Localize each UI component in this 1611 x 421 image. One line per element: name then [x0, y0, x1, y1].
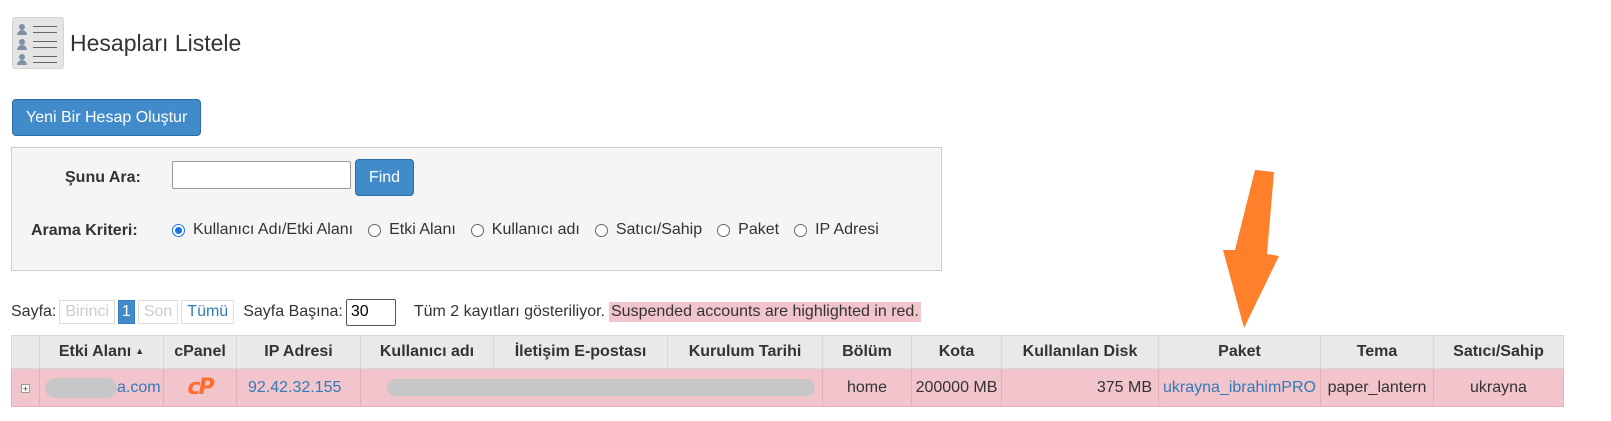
table-header-row: Etki Alanı ▲ cPanel IP Adresi Kullanıcı a… [11, 335, 1564, 369]
last-page-button[interactable]: Son [137, 300, 179, 324]
radio-label: Kullanıcı Adı/Etki Alanı [193, 221, 354, 238]
radio-button[interactable] [717, 223, 731, 237]
radio-button[interactable] [368, 223, 382, 237]
search-criteria-label: Arama Kriteri: [31, 222, 138, 239]
search-panel: Şunu Ara: Find Arama Kriteri: Kullanıcı … [11, 147, 942, 271]
column-header-quota[interactable]: Kota [911, 335, 1002, 369]
radio-option-username-domain[interactable]: Kullanıcı Adı/Etki Alanı [172, 221, 353, 239]
cpanel-icon[interactable]: cP [187, 375, 214, 400]
column-header-username[interactable]: Kullanıcı adı [360, 335, 494, 369]
column-header-theme[interactable]: Tema [1320, 335, 1434, 369]
orange-arrow-annotation-icon [1223, 170, 1279, 328]
page-label: Sayfa: [11, 303, 57, 320]
search-input[interactable] [172, 161, 351, 189]
radio-label: Kullanıcı adı [491, 221, 580, 238]
per-page-input[interactable] [345, 298, 396, 326]
cpanel-cell: cP [163, 368, 237, 407]
column-header-label: Etki Alanı [58, 343, 132, 360]
radio-label: Paket [738, 221, 780, 238]
radio-option-username[interactable]: Kullanıcı adı [470, 221, 580, 239]
column-header-disk-used[interactable]: Kullanılan Disk [1001, 335, 1159, 369]
expand-row-icon[interactable]: + [21, 383, 30, 393]
radio-button[interactable] [794, 223, 808, 237]
radio-option-ip-address[interactable]: IP Adresi [794, 221, 879, 239]
column-header-setup-date[interactable]: Kurulum Tarihi [667, 335, 823, 369]
ip-cell: 92.42.32.155 [236, 368, 361, 407]
domain-link[interactable]: a.com [117, 379, 161, 396]
expand-cell: + [11, 368, 40, 407]
owner-cell: ukrayna [1433, 368, 1564, 407]
theme-cell: paper_lantern [1320, 368, 1434, 407]
find-button[interactable]: Find [355, 159, 414, 196]
redacted-blur [45, 377, 117, 398]
table-row: + a.com cP 92.42.32.155 home 200000 MB 3… [11, 368, 1564, 407]
expand-column-header [11, 335, 40, 369]
quota-cell: 200000 MB [911, 368, 1002, 407]
per-page-label: Sayfa Başına: [243, 303, 343, 320]
domain-cell: a.com [39, 368, 164, 407]
package-cell: ukrayna_ibrahimPRO [1158, 368, 1321, 407]
current-page-button[interactable]: 1 [117, 300, 135, 324]
ip-address-link[interactable]: 92.42.32.155 [248, 379, 341, 396]
column-header-reseller-owner[interactable]: Satıcı/Sahip [1433, 335, 1564, 369]
radio-button[interactable] [594, 223, 608, 237]
suspended-accounts-note: Suspended accounts are highlighted in re… [609, 302, 921, 322]
sort-ascending-icon: ▲ [135, 346, 145, 356]
search-criteria-radio-group: Kullanıcı Adı/Etki Alanı Etki Alanı Kull… [172, 221, 894, 239]
radio-label: Satıcı/Sahip [615, 221, 703, 238]
radio-option-package[interactable]: Paket [717, 221, 779, 239]
package-link[interactable]: ukrayna_ibrahimPRO [1163, 379, 1316, 396]
records-count-text: Tüm 2 kayıtları gösteriliyor. [413, 303, 605, 320]
create-account-button[interactable]: Yeni Bir Hesap Oluştur [12, 99, 202, 136]
radio-button-checked[interactable] [172, 223, 185, 237]
first-page-button[interactable]: Birinci [59, 300, 115, 324]
search-label: Şunu Ara: [65, 169, 141, 186]
radio-option-domain[interactable]: Etki Alanı [368, 221, 456, 239]
redacted-cells [360, 368, 823, 407]
radio-button[interactable] [470, 223, 484, 237]
radio-option-reseller-owner[interactable]: Satıcı/Sahip [594, 221, 703, 239]
column-header-ip-address[interactable]: IP Adresi [236, 335, 361, 369]
radio-label: IP Adresi [815, 221, 879, 238]
column-header-package[interactable]: Paket [1158, 335, 1321, 369]
show-all-button[interactable]: Tümü [181, 300, 235, 324]
disk-used-cell: 375 MB [1001, 368, 1159, 407]
page-title: Hesapları Listele [70, 29, 242, 56]
column-header-cpanel[interactable]: cPanel [163, 335, 237, 369]
radio-label: Etki Alanı [389, 221, 456, 238]
accounts-table: Etki Alanı ▲ cPanel IP Adresi Kullanıcı a… [11, 335, 1564, 407]
pagination-bar: Sayfa: Birinci 1 Son Tümü Sayfa Başına: … [11, 298, 921, 326]
column-header-partition[interactable]: Bölüm [822, 335, 912, 369]
page-header: Hesapları Listele [12, 17, 241, 69]
column-header-contact-email[interactable]: İletişim E-postası [493, 335, 668, 369]
account-list-icon [12, 17, 64, 69]
partition-cell: home [822, 368, 912, 407]
column-header-domain[interactable]: Etki Alanı ▲ [39, 335, 164, 369]
redacted-blur [387, 378, 815, 396]
